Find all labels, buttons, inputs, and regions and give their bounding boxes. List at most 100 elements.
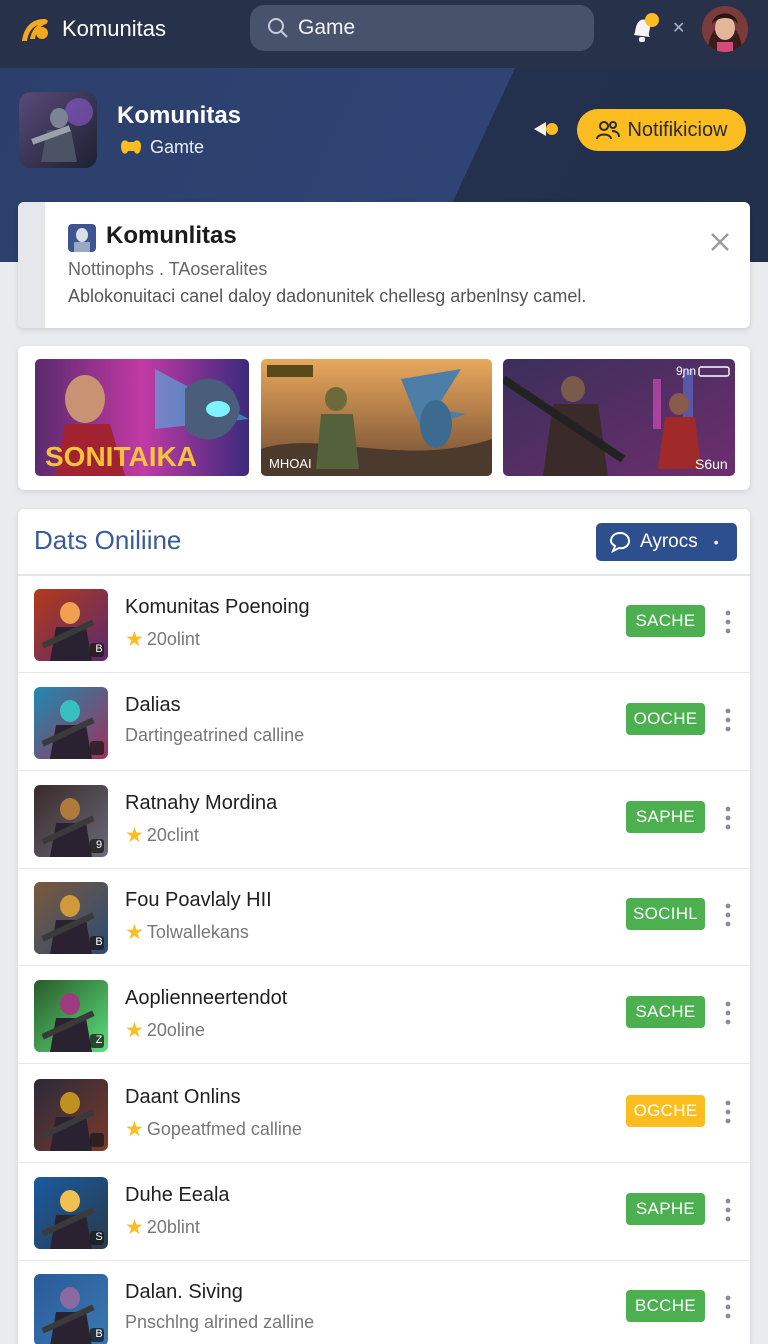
banner-top-label: 9ɲn <box>676 364 697 378</box>
megaphone-icon <box>534 122 558 136</box>
item-name: Duhe Eeala <box>125 1184 230 1206</box>
star-icon: ★ <box>125 1216 144 1239</box>
game-thumbnail <box>34 687 108 759</box>
item-name: Fou Poavlaly HII <box>125 889 272 911</box>
status-badge[interactable]: BCCHE <box>626 1290 705 1322</box>
banner-title: MHOAI <box>269 456 312 471</box>
status-badge[interactable]: SACHE <box>626 605 705 637</box>
game-thumbnail: B <box>34 589 108 661</box>
search-bar[interactable]: Game <box>250 5 594 51</box>
community-category-label: Gamte <box>150 136 205 157</box>
info-description: Ablokonuitaci canel daloy dadonunitek ch… <box>68 286 587 306</box>
close-icon[interactable] <box>708 230 732 254</box>
list-item[interactable]: B Komunitas Poenoing ★ 20olint SACHE <box>18 576 750 673</box>
item-meta-text: Pnschlng alrined zalline <box>125 1312 315 1332</box>
list-item[interactable]: Z Aoplienneertendot ★ 20oline SACHE <box>18 967 750 1064</box>
status-badge[interactable]: SOCIHL <box>626 898 705 930</box>
item-meta-text: Gopeatfmed calline <box>146 1119 302 1139</box>
thumbnail-badge: B <box>95 643 103 655</box>
sort-label: Ayrocs <box>640 531 698 552</box>
banner-title: SONITAIKA <box>45 441 197 472</box>
game-thumbnail: S <box>34 1177 108 1249</box>
star-icon: ★ <box>125 1118 144 1141</box>
card-accent-strip <box>18 202 45 328</box>
more-options-icon[interactable] <box>722 902 734 928</box>
thumbnail-badge: S <box>95 1231 103 1243</box>
item-meta-text: Tolwallekans <box>146 922 249 942</box>
list-item[interactable]: B Dalan. Siving Pnschlng alrined zalline… <box>18 1261 750 1344</box>
info-title: Komunlitas <box>106 222 237 249</box>
item-meta: Pnschlng alrined zalline <box>125 1312 314 1333</box>
star-icon: ★ <box>125 824 144 847</box>
list-item[interactable]: Dalias Dartingeatrined calline OOCHE <box>18 674 750 771</box>
item-name: Komunitas Poenoing <box>125 596 310 618</box>
more-options-icon[interactable] <box>722 1197 734 1223</box>
item-name: Dalias <box>125 694 181 716</box>
list-item[interactable]: B Fou Poavlaly HII ★ Tolwallekans SOCIHL <box>18 869 750 966</box>
item-meta-text: 20olint <box>146 629 200 649</box>
list-item[interactable]: Daant Onlins ★ Gopeatfmed calline OGCHE <box>18 1066 750 1163</box>
item-meta: ★ Tolwallekans <box>125 920 249 945</box>
thumbnail-badge: B <box>95 936 103 948</box>
online-list: Dats Oniliine Ayrocs • B Komunitas Poeno… <box>18 509 750 1344</box>
item-meta: Dartingeatrined calline <box>125 725 304 746</box>
game-thumbnail: B <box>34 1274 108 1344</box>
more-options-icon[interactable] <box>722 1294 734 1320</box>
item-name: Dalan. Siving <box>125 1281 243 1303</box>
top-bar: Komunitas Game ✕ <box>0 0 768 68</box>
game-controller-icon <box>121 140 141 154</box>
notification-button-label: Notifikiciow <box>627 118 728 141</box>
star-icon: ★ <box>125 1019 144 1042</box>
thumbnail-badge: 9 <box>95 839 103 851</box>
status-badge[interactable]: OOCHE <box>626 703 705 735</box>
banner-item[interactable]: SONITAIKA <box>35 359 249 476</box>
status-badge[interactable]: SACHE <box>626 996 705 1028</box>
item-meta: ★ 20olint <box>125 627 200 652</box>
item-name: Aoplienneertendot <box>125 987 288 1009</box>
sort-dropdown-button[interactable]: Ayrocs • <box>596 523 737 561</box>
featured-banners: SONITAIKA MHOAI 9ɲn S6un <box>18 346 750 490</box>
more-options-icon[interactable] <box>722 1000 734 1026</box>
list-item[interactable]: 9 Ratnahy Mordina ★ 20clint SAPHE <box>18 772 750 869</box>
more-options-icon[interactable] <box>722 609 734 635</box>
game-thumbnail: Z <box>34 980 108 1052</box>
info-subtitle: Nottinophs . TAoseralites <box>68 259 268 279</box>
community-info-card: Komunlitas Nottinophs . TAoseralites Abl… <box>18 202 750 328</box>
thumbnail-badge: Z <box>95 1034 103 1046</box>
status-badge[interactable]: SAPHE <box>626 801 705 833</box>
chat-bubble-icon <box>609 531 631 554</box>
game-thumbnail: 9 <box>34 785 108 857</box>
item-meta-text: 20clint <box>146 825 199 845</box>
list-item[interactable]: S Duhe Eeala ★ 20blint SAPHE <box>18 1164 750 1261</box>
banner-title: S6un <box>695 456 728 472</box>
item-meta: ★ Gopeatfmed calline <box>125 1117 302 1142</box>
item-meta: ★ 20blint <box>125 1215 200 1240</box>
more-options-icon[interactable] <box>722 1099 734 1125</box>
dropdown-indicator-icon: • <box>713 534 719 550</box>
more-options-icon[interactable] <box>722 805 734 831</box>
status-badge[interactable]: OGCHE <box>626 1095 705 1127</box>
search-input[interactable]: Game <box>298 16 355 40</box>
item-name: Daant Onlins <box>125 1086 241 1108</box>
search-icon <box>268 18 288 38</box>
notification-button[interactable]: Notifikiciow <box>577 109 746 151</box>
banner-item[interactable]: 9ɲn S6un <box>503 359 735 476</box>
status-badge[interactable]: SAPHE <box>626 1193 705 1225</box>
more-options-icon[interactable] <box>722 707 734 733</box>
game-thumbnail <box>34 1079 108 1151</box>
banner-item[interactable]: MHOAI <box>261 359 492 476</box>
item-meta-text: 20blint <box>146 1217 200 1237</box>
star-icon: ★ <box>125 921 144 944</box>
list-title: Dats Oniliine <box>34 525 182 555</box>
item-name: Ratnahy Mordina <box>125 792 278 814</box>
user-avatar[interactable] <box>702 6 748 52</box>
community-icon <box>68 224 96 252</box>
app-logo-icon[interactable] <box>18 13 52 47</box>
item-meta-text: 20oline <box>146 1020 205 1040</box>
game-thumbnail: B <box>34 882 108 954</box>
star-icon: ★ <box>125 628 144 651</box>
close-icon[interactable]: ✕ <box>672 18 685 38</box>
users-icon <box>596 121 621 140</box>
brand-title: Komunitas <box>62 16 166 41</box>
notification-bell-icon[interactable] <box>628 11 660 45</box>
